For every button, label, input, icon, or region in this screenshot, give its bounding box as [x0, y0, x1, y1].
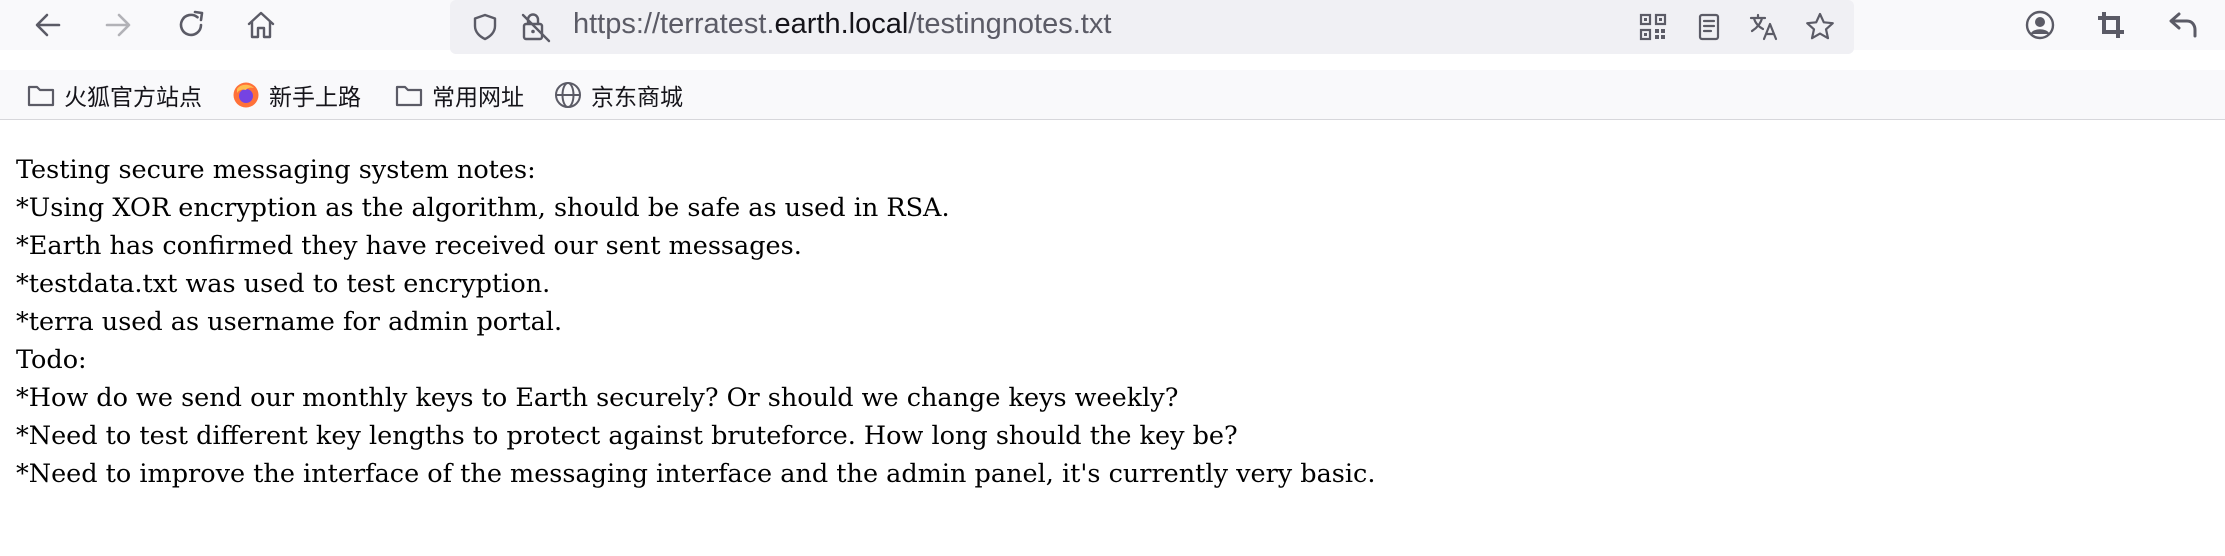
account-icon — [2025, 10, 2055, 40]
text-document: Testing secure messaging system notes: *… — [16, 151, 2206, 493]
document-line: Testing secure messaging system notes: — [16, 155, 536, 185]
document-line: *How do we send our monthly keys to Eart… — [16, 383, 1179, 413]
bookmark-folder-common-sites[interactable]: 常用网址 — [394, 70, 524, 120]
shield-icon[interactable] — [467, 9, 503, 45]
bookmark-getting-started[interactable]: 新手上路 — [231, 70, 361, 120]
url-prefix: https://terratest. — [573, 8, 775, 40]
url-path: /testingnotes.txt — [908, 8, 1112, 40]
url-text[interactable]: https://terratest.earth.local/testingnot… — [573, 0, 1111, 48]
translate-icon[interactable] — [1746, 9, 1782, 45]
home-button[interactable] — [240, 4, 282, 46]
navigation-toolbar: https://terratest.earth.local/testingnot… — [0, 0, 2225, 54]
bookmark-label: 常用网址 — [432, 85, 524, 111]
folder-icon — [395, 85, 423, 107]
url-bar[interactable]: https://terratest.earth.local/testingnot… — [450, 0, 1854, 54]
bookmark-label: 火狐官方站点 — [64, 85, 202, 111]
back-button[interactable] — [27, 4, 69, 46]
firefox-icon — [233, 82, 259, 108]
document-line: Todo: — [16, 345, 87, 375]
bookmark-label: 京东商城 — [591, 85, 683, 111]
document-line: *Need to improve the interface of the me… — [16, 459, 1376, 489]
reload-icon — [179, 10, 204, 37]
arrow-left-icon — [35, 13, 61, 37]
crop-button[interactable] — [2090, 4, 2132, 46]
document-line: *testdata.txt was used to test encryptio… — [16, 269, 551, 299]
reload-button[interactable] — [171, 4, 213, 46]
bookmark-jd-mall[interactable]: 京东商城 — [553, 70, 683, 120]
toolbar-divider — [0, 119, 2225, 120]
account-button[interactable] — [2019, 4, 2061, 46]
bookmark-label: 新手上路 — [269, 85, 361, 111]
crop-icon — [2098, 12, 2124, 38]
forward-button[interactable] — [97, 4, 139, 46]
home-icon — [247, 11, 275, 39]
bookmark-folder-firefox-sites[interactable]: 火狐官方站点 — [26, 70, 202, 120]
undo-button[interactable] — [2162, 4, 2204, 46]
document-line: *Using XOR encryption as the algorithm, … — [16, 193, 950, 223]
insecure-lock-icon[interactable] — [518, 9, 554, 45]
document-line: *Earth has confirmed they have received … — [16, 231, 802, 261]
bookmark-star-icon[interactable] — [1802, 9, 1838, 45]
undo-icon — [2169, 12, 2197, 38]
bookmarks-toolbar: 火狐官方站点 新手上路 常用网址 京东商城 — [0, 70, 2225, 120]
folder-icon — [27, 85, 55, 107]
reader-view-icon[interactable] — [1691, 9, 1727, 45]
arrow-right-icon — [105, 13, 131, 37]
globe-icon — [555, 82, 581, 108]
url-host: earth.local — [774, 8, 909, 40]
document-line: *Need to test different key lengths to p… — [16, 421, 1238, 451]
document-line: *terra used as username for admin portal… — [16, 307, 563, 337]
qr-code-icon[interactable] — [1635, 9, 1671, 45]
